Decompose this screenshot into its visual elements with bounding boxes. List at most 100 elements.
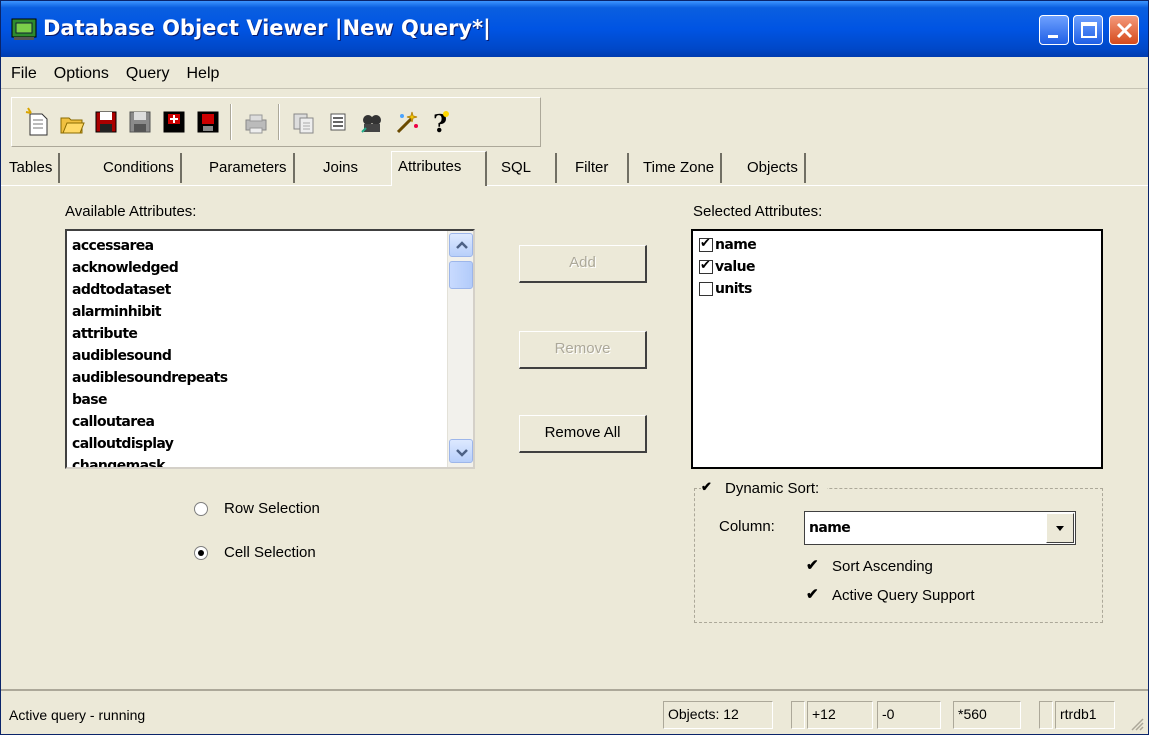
- item-checkbox[interactable]: [699, 282, 713, 296]
- dynamic-sort-checkbox[interactable]: Dynamic Sort:: [701, 479, 828, 497]
- copy-icon[interactable]: [290, 106, 318, 138]
- list-item[interactable]: calloutarea: [72, 411, 227, 433]
- open-icon[interactable]: [58, 106, 86, 138]
- scroll-down-button[interactable]: [449, 439, 473, 463]
- toolbar-separator: [230, 104, 232, 140]
- list-item[interactable]: base: [72, 389, 227, 411]
- wizard-icon[interactable]: [392, 106, 420, 138]
- remove-all-button[interactable]: Remove All: [519, 415, 647, 453]
- selected-item-name[interactable]: name: [699, 236, 757, 253]
- available-items: accessarea acknowledged addtodataset alarmi…: [72, 235, 228, 467]
- list-item[interactable]: attribute: [72, 323, 227, 345]
- status-spacer: [1039, 701, 1053, 729]
- active-query-support-label: Active Query Support: [832, 587, 975, 604]
- menu-query[interactable]: Query: [119, 65, 177, 83]
- row-selection-label: Row Selection: [224, 500, 320, 517]
- list-item[interactable]: alarminhibit: [72, 301, 227, 323]
- status-message: Active query - running: [9, 707, 146, 723]
- status-removed: -0: [877, 701, 941, 729]
- available-attributes-list[interactable]: accessarea acknowledged addtodataset alarmi…: [65, 229, 475, 469]
- menu-options[interactable]: Options: [47, 65, 116, 83]
- status-spacer: [791, 701, 805, 729]
- tab-tables[interactable]: Tables: [3, 153, 61, 183]
- resize-grip-icon[interactable]: [1128, 715, 1144, 731]
- cell-selection-radio[interactable]: Cell Selection: [194, 544, 316, 561]
- save-icon[interactable]: [92, 106, 120, 138]
- tab-objects[interactable]: Objects: [741, 153, 806, 183]
- caret-down-icon: [1056, 526, 1064, 531]
- chevron-down-icon: [456, 449, 468, 457]
- status-count: *560: [953, 701, 1021, 729]
- menu-file[interactable]: File: [4, 65, 44, 83]
- find-icon[interactable]: [358, 106, 386, 138]
- scroll-thumb[interactable]: [449, 261, 473, 289]
- list-item[interactable]: accessarea: [72, 235, 227, 257]
- print-icon[interactable]: [242, 106, 270, 138]
- tab-time-zone[interactable]: Time Zone: [637, 153, 723, 183]
- tab-sql[interactable]: SQL: [495, 153, 557, 183]
- selected-attributes-label: Selected Attributes:: [693, 203, 823, 220]
- sort-ascending-label: Sort Ascending: [832, 558, 933, 575]
- menu-help[interactable]: Help: [180, 65, 227, 83]
- save-all-icon[interactable]: [194, 106, 222, 138]
- list-scrollbar[interactable]: [447, 231, 473, 467]
- add-button[interactable]: Add: [519, 245, 647, 283]
- column-value: name: [809, 520, 851, 536]
- list-icon[interactable]: [324, 106, 352, 138]
- tab-parameters[interactable]: Parameters: [203, 153, 295, 183]
- item-checkbox[interactable]: [699, 236, 713, 252]
- checkbox[interactable]: [806, 558, 820, 574]
- selected-item-units[interactable]: units: [699, 281, 752, 297]
- close-button[interactable]: [1109, 15, 1139, 45]
- new-query-icon[interactable]: [24, 106, 52, 138]
- list-item[interactable]: acknowledged: [72, 257, 227, 279]
- main-window: Database Object Viewer |New Query*| File…: [0, 0, 1149, 735]
- available-attributes-label: Available Attributes:: [65, 203, 197, 220]
- scroll-up-button[interactable]: [449, 233, 473, 257]
- list-item[interactable]: audiblesound: [72, 345, 227, 367]
- close-icon: [1116, 22, 1133, 39]
- chevron-up-icon: [456, 241, 468, 249]
- title-bar[interactable]: Database Object Viewer |New Query*|: [1, 1, 1148, 57]
- item-checkbox[interactable]: [699, 258, 713, 274]
- window-title: Database Object Viewer |New Query*|: [43, 16, 491, 40]
- selected-item-value[interactable]: value: [699, 258, 755, 275]
- dropdown-button[interactable]: [1046, 513, 1074, 543]
- save-as-icon[interactable]: [160, 106, 188, 138]
- sort-ascending-checkbox[interactable]: Sort Ascending: [806, 558, 933, 576]
- minimize-button[interactable]: [1039, 15, 1069, 45]
- toolbar-separator: [278, 104, 280, 140]
- column-label: Column:: [719, 518, 775, 535]
- row-selection-radio[interactable]: Row Selection: [194, 500, 320, 517]
- checkbox[interactable]: [806, 587, 820, 603]
- checkbox[interactable]: [701, 479, 715, 496]
- cell-selection-label: Cell Selection: [224, 544, 316, 561]
- maximize-icon: [1081, 22, 1097, 38]
- remove-button[interactable]: Remove: [519, 331, 647, 369]
- status-added: +12: [807, 701, 873, 729]
- tab-joins[interactable]: Joins: [317, 153, 364, 183]
- selected-attributes-list[interactable]: name value units: [691, 229, 1103, 469]
- toolbar: ?: [11, 97, 541, 147]
- list-item[interactable]: changemask: [72, 455, 227, 467]
- item-label: units: [715, 281, 752, 297]
- help-icon[interactable]: ?: [426, 106, 454, 138]
- list-item[interactable]: calloutdisplay: [72, 433, 227, 455]
- item-label: value: [715, 259, 755, 275]
- minimize-icon: [1048, 35, 1058, 38]
- menu-bar: File Options Query Help: [1, 59, 1148, 89]
- tab-conditions[interactable]: Conditions: [97, 153, 182, 183]
- list-item[interactable]: audiblesoundrepeats: [72, 367, 228, 389]
- tab-attributes[interactable]: Attributes: [391, 151, 487, 186]
- status-database: rtrdb1: [1055, 701, 1115, 729]
- tab-strip: Tables Conditions Parameters Joins Attri…: [1, 151, 1148, 186]
- radio-dot: [194, 545, 208, 560]
- active-query-support-checkbox[interactable]: Active Query Support: [806, 587, 975, 605]
- maximize-button[interactable]: [1073, 15, 1103, 45]
- tab-filter[interactable]: Filter: [565, 153, 629, 183]
- dynamic-sort-label: Dynamic Sort:: [725, 480, 820, 497]
- column-dropdown[interactable]: name: [804, 511, 1076, 545]
- save-disabled-icon[interactable]: [126, 106, 154, 138]
- list-item[interactable]: addtodataset: [72, 279, 227, 301]
- app-icon: [11, 18, 37, 40]
